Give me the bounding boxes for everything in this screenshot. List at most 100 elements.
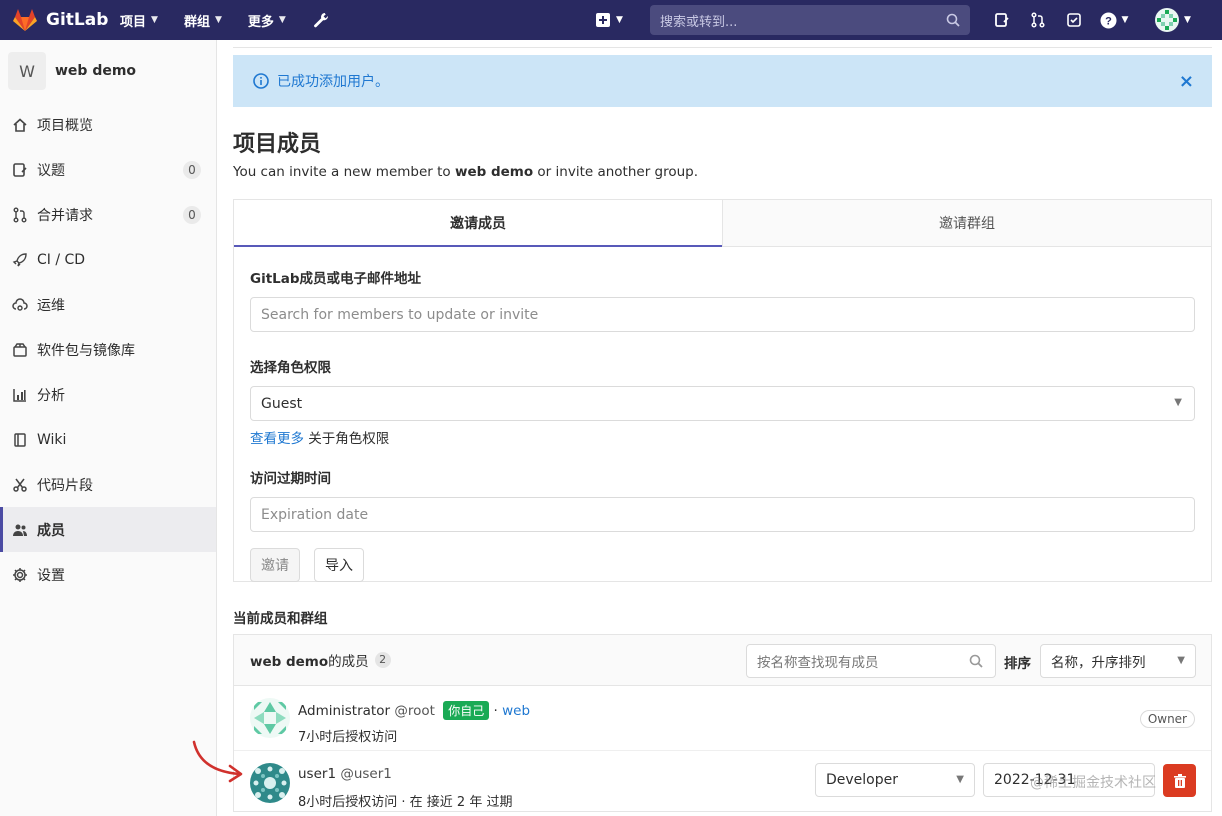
chevron-down-icon: ▼ xyxy=(151,15,158,25)
role-field-label: 选择角色权限 xyxy=(250,360,331,376)
chevron-down-icon: ▼ xyxy=(956,774,964,785)
subtitle-text: You can invite a new member to xyxy=(233,164,455,180)
gitlab-logo-icon xyxy=(13,9,37,31)
members-filter-placeholder: 按名称查找现有成员 xyxy=(757,655,879,671)
sidebar-item-label: 软件包与镜像库 xyxy=(37,342,135,359)
gear-icon xyxy=(11,566,29,584)
package-icon xyxy=(11,341,29,359)
remove-member-button[interactable] xyxy=(1163,764,1196,797)
tab-invite-member[interactable]: 邀请成员 xyxy=(234,200,722,247)
chart-icon xyxy=(11,386,29,404)
brand-name: GitLab xyxy=(46,10,109,30)
page-subtitle: You can invite a new member to web demo … xyxy=(233,164,698,180)
sidebar-item-wiki[interactable]: Wiki xyxy=(0,417,216,462)
sidebar-item-label: 项目概览 xyxy=(37,117,93,134)
sidebar-item-label: 合并请求 xyxy=(37,207,93,224)
sidebar-item-members[interactable]: 成员 xyxy=(0,507,216,552)
identicon-icon xyxy=(1157,10,1178,30)
trash-icon xyxy=(1173,773,1186,788)
sidebar-item-label: 分析 xyxy=(37,387,65,404)
project-avatar: W xyxy=(8,52,46,90)
annotation-arrow-icon xyxy=(192,740,243,783)
sidebar-item-packages[interactable]: 软件包与镜像库 xyxy=(0,327,216,372)
invite-form: GitLab成员或电子邮件地址 Search for members to up… xyxy=(234,267,1211,582)
issues-count-badge: 0 xyxy=(183,161,201,179)
member-avatar xyxy=(250,698,290,738)
sidebar-item-snippets[interactable]: 代码片段 xyxy=(0,462,216,507)
global-search-input[interactable]: 搜索或转到... xyxy=(650,5,970,35)
sidebar-item-label: 运维 xyxy=(37,297,65,314)
nav-projects-label: 项目 xyxy=(120,14,147,30)
sidebar-item-ci-cd[interactable]: CI / CD xyxy=(0,237,216,282)
chevron-down-icon: ▼ xyxy=(1177,655,1185,666)
issues-icon xyxy=(11,161,29,179)
member-username: @user1 xyxy=(340,766,392,782)
sort-select-value: 名称，升序排列 xyxy=(1051,655,1146,671)
nav-more-label: 更多 xyxy=(247,14,274,30)
book-icon xyxy=(11,431,29,449)
issues-icon xyxy=(995,13,1009,27)
identicon-icon xyxy=(250,763,290,803)
invite-button[interactable]: 邀请 xyxy=(250,548,300,582)
plus-square-icon xyxy=(596,13,610,27)
member-source-link[interactable]: web xyxy=(502,703,530,719)
members-header-project: web demo xyxy=(250,654,329,670)
role-permissions-link[interactable]: 查看更多 xyxy=(250,431,304,447)
chevron-down-icon: ▼ xyxy=(278,15,286,25)
cloud-gear-icon xyxy=(11,296,29,314)
issues-button[interactable] xyxy=(984,0,1020,40)
sidebar-item-operations[interactable]: 运维 xyxy=(0,282,216,327)
tab-invite-group[interactable]: 邀请群组 xyxy=(722,200,1211,247)
sidebar-item-merge-requests[interactable]: 合并请求 0 xyxy=(0,192,216,237)
scissors-icon xyxy=(11,476,29,494)
sidebar-item-issues[interactable]: 议题 0 xyxy=(0,147,216,192)
role-select[interactable]: Guest ▼ xyxy=(250,386,1195,421)
sidebar-project-header[interactable]: W web demo xyxy=(0,40,216,102)
member-name-line: user1 @user1 xyxy=(298,766,392,782)
subtitle-project: web demo xyxy=(454,164,534,180)
gitlab-home-link[interactable]: GitLab xyxy=(0,7,112,33)
project-name: web demo xyxy=(55,63,137,79)
sidebar-item-analytics[interactable]: 分析 xyxy=(0,372,216,417)
admin-area-button[interactable] xyxy=(304,0,338,40)
nav-projects-menu[interactable]: 项目 ▼ xyxy=(112,0,166,40)
you-badge: 你自己 xyxy=(443,701,490,720)
info-icon xyxy=(253,73,269,89)
member-name-line: Administrator @root 你自己 · web xyxy=(298,701,530,720)
search-icon xyxy=(969,654,983,668)
owner-role-badge: Owner xyxy=(1139,710,1195,728)
sort-select[interactable]: 名称，升序排列 ▼ xyxy=(1040,644,1196,678)
nav-more-menu[interactable]: 更多 ▼ xyxy=(240,0,294,40)
search-placeholder: 搜索或转到... xyxy=(660,14,738,30)
sidebar-item-label: 设置 xyxy=(37,567,65,584)
invite-panel: 邀请成员 邀请群组 GitLab成员或电子邮件地址 Search for mem… xyxy=(233,199,1212,582)
member-name[interactable]: Administrator xyxy=(298,703,390,719)
sidebar-item-label: CI / CD xyxy=(37,251,86,268)
members-count-badge: 2 xyxy=(374,652,391,668)
sidebar-item-settings[interactable]: 设置 xyxy=(0,552,216,597)
invite-tabs: 邀请成员 邀请群组 xyxy=(234,200,1211,247)
member-source-separator: · xyxy=(489,703,503,719)
expiration-date-input[interactable]: Expiration date xyxy=(250,497,1195,532)
sidebar-item-label: 议题 xyxy=(37,162,65,179)
member-role-select[interactable]: Developer ▼ xyxy=(815,763,975,797)
member-search-input[interactable]: Search for members to update or invite xyxy=(250,297,1195,332)
sidebar-item-overview[interactable]: 项目概览 xyxy=(0,102,216,147)
member-username: @root xyxy=(394,703,435,719)
user-avatar xyxy=(1155,8,1180,32)
todos-button[interactable] xyxy=(1056,0,1092,40)
expiration-date-placeholder: Expiration date xyxy=(261,506,369,523)
merge-requests-button[interactable] xyxy=(1020,0,1056,40)
sort-label: 排序 xyxy=(1004,656,1031,672)
alert-close-icon[interactable]: × xyxy=(1179,71,1194,92)
chevron-down-icon: ▼ xyxy=(214,15,222,25)
member-name[interactable]: user1 xyxy=(298,766,336,782)
user-menu-dropdown[interactable]: ▼ xyxy=(1148,0,1198,40)
import-button[interactable]: 导入 xyxy=(314,548,364,582)
new-item-dropdown[interactable]: ▼ xyxy=(596,0,623,40)
help-dropdown[interactable]: ? ▼ xyxy=(1092,0,1136,40)
nav-groups-menu[interactable]: 群组 ▼ xyxy=(176,0,230,40)
help-icon: ? xyxy=(1100,12,1117,28)
members-filter-input[interactable]: 按名称查找现有成员 xyxy=(746,644,996,678)
identicon-icon xyxy=(250,698,290,738)
